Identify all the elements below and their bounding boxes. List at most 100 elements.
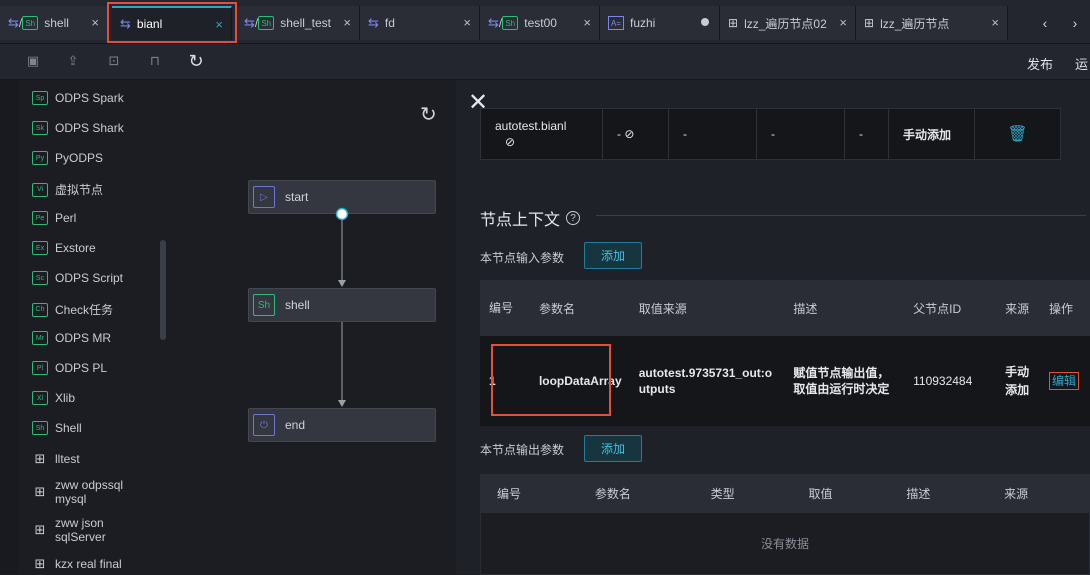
workflow-canvas[interactable]: ↻ ▷ start Sh shell ⏻ end (168, 80, 456, 574)
node-type-icon: Sc (32, 271, 48, 285)
node-label: start (285, 190, 309, 204)
list-item[interactable]: Ch Check任务 (32, 301, 113, 318)
param-value-source: autotest.9735731_out:outputs (629, 335, 786, 426)
list-item[interactable]: Sc ODPS Script (32, 271, 123, 285)
list-item[interactable]: Ex Exstore (32, 241, 96, 255)
workflow-tree-icon: ⊞ (34, 522, 46, 537)
close-icon[interactable]: × (583, 15, 591, 30)
close-icon[interactable]: × (91, 15, 99, 30)
column-header: 取值 (791, 474, 891, 513)
tab-shell[interactable]: ⇆ / Sh shell × (0, 6, 108, 40)
chevron-left-icon[interactable]: ‹ (1043, 15, 1048, 31)
column-header: 类型 (693, 474, 793, 513)
tab-test00[interactable]: ⇆ / Sh test00 × (480, 6, 600, 40)
table-header-row: 编号 参数名 取值来源 描述 父节点ID 来源 操作 (480, 280, 1090, 336)
tab-shell-test[interactable]: ⇆ / Sh shell_test × (236, 6, 360, 40)
list-item[interactable]: Py PyODPS (32, 151, 103, 165)
node-end[interactable]: ⏻ end (248, 408, 436, 442)
chevron-right-icon[interactable]: › (1073, 15, 1078, 31)
list-item-label: zww json (55, 516, 104, 530)
ops-button[interactable]: 运 (1075, 54, 1088, 73)
node-type-icon: Ch (32, 302, 48, 317)
tab-lzz-traverse[interactable]: ⊞ lzz_遍历节点 × (856, 6, 1008, 40)
az-icon: A= (608, 16, 624, 30)
node-shell[interactable]: Sh shell (248, 288, 436, 322)
table-row: autotest.bianl ⊘ - ⊘ - - - 手动添加 🗑 (480, 108, 1061, 160)
list-item[interactable]: ⊞ zww json sqlServer (32, 516, 106, 544)
tab-fuzhi[interactable]: A= fuzhi (600, 6, 720, 40)
list-item-label: Check任务 (55, 303, 114, 317)
param-description: 赋值节点输出值，取值由运行时决定 (784, 335, 906, 426)
add-output-button[interactable]: 添加 (584, 435, 642, 462)
lock-icon[interactable]: ⊓ (146, 52, 164, 70)
list-item[interactable]: Mr ODPS MR (32, 331, 111, 345)
list-item-label: mysql (55, 492, 87, 506)
submit-icon[interactable]: ⇪ (64, 52, 82, 70)
tab-bar: ⇆ / Sh shell × ⇆ bianl × ⇆ / Sh shell_test ×… (0, 0, 1090, 44)
edit-button[interactable]: 编辑 (1049, 372, 1080, 390)
flow-icon: ⇆ (120, 16, 131, 31)
add-input-button[interactable]: 添加 (584, 242, 642, 269)
list-item-label: Exstore (55, 241, 96, 255)
list-item-label: lltest (55, 452, 80, 466)
list-item[interactable]: ⊞ zww odpssql mysql (32, 478, 123, 506)
trash-icon[interactable]: 🗑 (1007, 126, 1027, 143)
help-icon[interactable]: ? (566, 211, 581, 225)
output-params-label: 本节点输出参数 (480, 443, 565, 457)
tab-label: shell_test (280, 16, 331, 30)
column-header: 描述 (889, 474, 989, 513)
refresh-icon[interactable]: ↻ (187, 51, 205, 71)
column-header: 取值来源 (629, 280, 786, 336)
close-icon[interactable]: × (215, 17, 223, 32)
table-cell: - (756, 108, 845, 160)
list-item[interactable]: Pe Perl (32, 211, 76, 225)
table-cell: 手动添加 (888, 108, 975, 160)
link-icon[interactable]: ⊘ (624, 127, 634, 141)
close-icon[interactable]: × (463, 15, 471, 30)
link-icon[interactable]: ⊘ (505, 135, 515, 149)
power-icon: ⏻ (253, 414, 275, 436)
shell-node-icon: Sh (502, 16, 519, 30)
param-source: 手动添加 (996, 335, 1042, 426)
scrollbar[interactable] (160, 240, 166, 340)
input-params-table: 编号 参数名 取值来源 描述 父节点ID 来源 操作 1 loopDataArr… (480, 280, 1090, 426)
list-item-label: sqlServer (55, 530, 106, 544)
refresh-icon[interactable]: ↻ (420, 102, 437, 127)
list-item[interactable]: ⊞ kzx real final (32, 556, 122, 572)
list-item-label: Xlib (55, 391, 76, 405)
parent-node-id-link[interactable]: 110932484 (904, 335, 998, 426)
close-icon[interactable]: × (343, 15, 351, 30)
steal-lock-icon[interactable]: ⊡ (105, 52, 123, 70)
tab-label: fuzhi (630, 16, 656, 30)
publish-button[interactable]: 发布 (1027, 54, 1053, 73)
save-icon[interactable]: ▣ (24, 52, 42, 70)
node-type-icon: Sp (32, 91, 48, 105)
close-icon[interactable]: × (839, 15, 847, 30)
node-type-icon: Sh (32, 421, 48, 435)
list-item[interactable]: Xl Xlib (32, 391, 75, 405)
close-icon[interactable]: × (991, 15, 999, 30)
list-item-label: kzx real final (55, 557, 122, 571)
tab-bianl[interactable]: ⇆ bianl × (112, 6, 232, 40)
shell-node-icon: Sh (22, 16, 39, 30)
list-item[interactable]: Sk ODPS Shark (32, 121, 124, 135)
workflow-tree-icon: ⊞ (34, 556, 46, 571)
column-header: 参数名 (529, 280, 631, 336)
tab-fd[interactable]: ⇆ fd × (360, 6, 480, 40)
list-item[interactable]: Pl ODPS PL (32, 361, 107, 375)
table-row: 1 loopDataArray autotest.9735731_out:out… (480, 335, 1090, 426)
list-item[interactable]: Vi 虚拟节点 (32, 181, 103, 198)
list-item[interactable]: Sp ODPS Spark (32, 91, 124, 105)
table-cell: - (668, 108, 757, 160)
tab-lzz-traverse-02[interactable]: ⊞ lzz_遍历节点02 × (720, 6, 856, 40)
input-params-label: 本节点输入参数 (480, 251, 565, 265)
node-type-icon: Ex (32, 241, 48, 255)
list-item-label: Perl (55, 211, 77, 225)
list-item[interactable]: Sh Shell (32, 421, 82, 435)
tree-icon: ⊞ (864, 16, 875, 30)
tab-label: fd (384, 16, 395, 30)
list-item-label: ODPS Shark (55, 121, 124, 135)
list-item-label: ODPS Script (55, 271, 124, 285)
flow-icon: ⇆ (244, 15, 255, 30)
list-item[interactable]: ⊞ lltest (32, 451, 80, 467)
